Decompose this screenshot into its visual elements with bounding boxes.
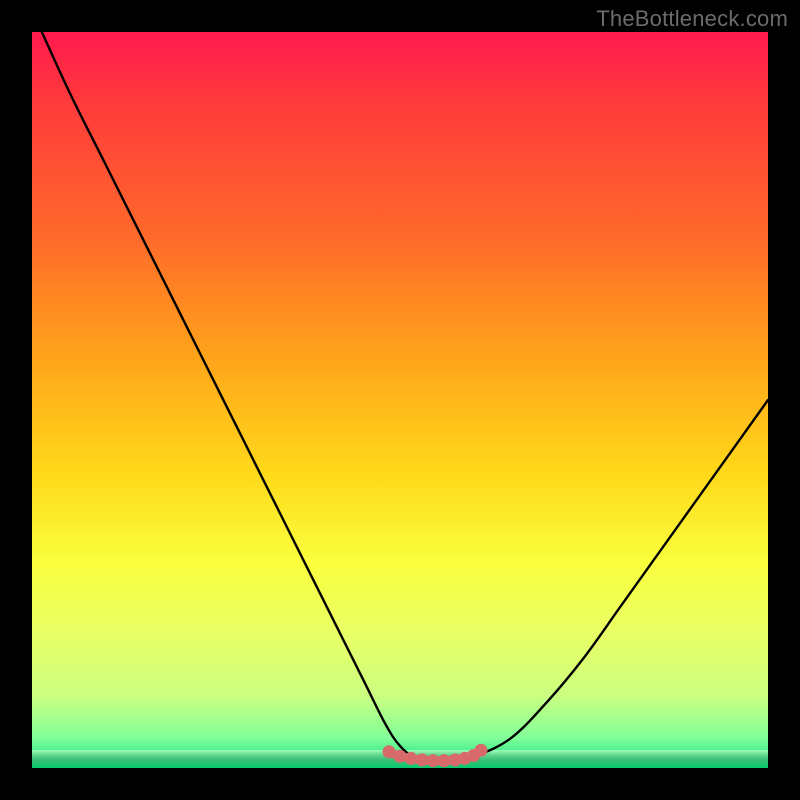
plot-area (32, 32, 768, 768)
bottleneck-curve-path (32, 32, 768, 761)
marker-dot (394, 750, 407, 763)
bottom-marker-cluster (382, 744, 487, 767)
watermark-text: TheBottleneck.com (596, 6, 788, 32)
chart-frame: TheBottleneck.com (0, 0, 800, 800)
marker-dot (405, 752, 418, 765)
marker-dot (474, 744, 487, 757)
curve-layer (32, 32, 768, 768)
bottleneck-curve (32, 32, 768, 761)
marker-dot (416, 753, 429, 766)
marker-dot (438, 754, 451, 767)
